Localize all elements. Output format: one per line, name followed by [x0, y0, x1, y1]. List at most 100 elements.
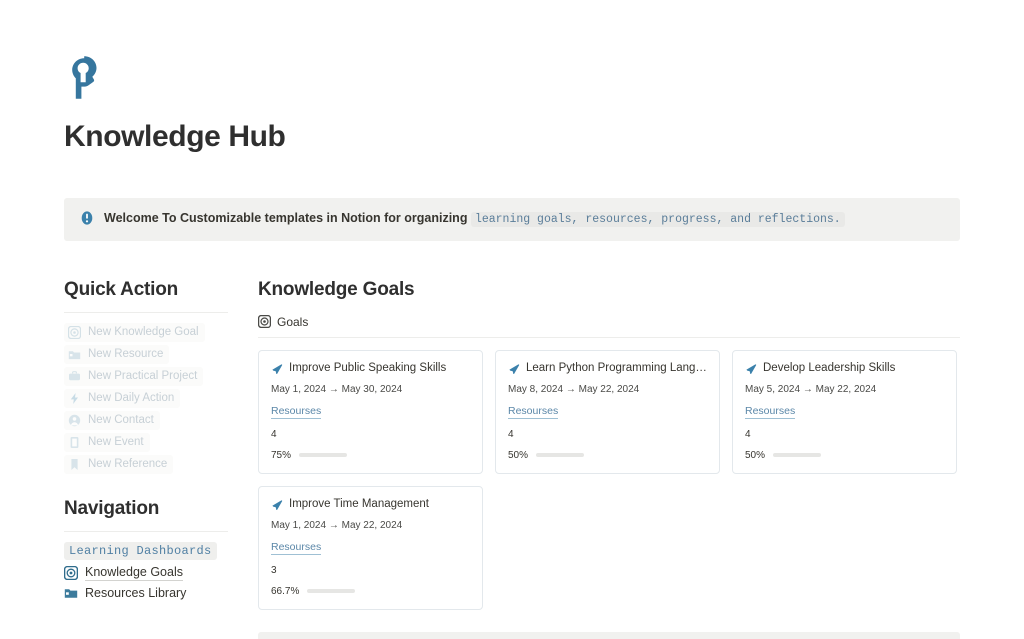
helps-define-callout: Helps define and track learning objectiv…: [258, 632, 960, 639]
goal-card-date-arrow: →: [566, 384, 576, 395]
quick-action-label: New Practical Project: [88, 370, 197, 382]
quick-action-new-knowledge-goal[interactable]: New Knowledge Goal: [64, 323, 205, 342]
welcome-callout: Welcome To Customizable templates in Not…: [64, 198, 960, 241]
quick-action-new-resource[interactable]: New Resource: [64, 345, 169, 364]
tab-goals-label: Goals: [277, 315, 308, 329]
goal-card-resource-count: 4: [271, 429, 470, 440]
quick-action-label: New Reference: [88, 458, 167, 470]
goal-card-date-end: May 22, 2024: [579, 384, 640, 395]
goal-card[interactable]: Develop Leadership Skills May 5, 2024 → …: [732, 350, 957, 474]
head-keyhole-logo: [64, 56, 960, 102]
target-icon: [258, 315, 271, 328]
goal-card-date-start: May 1, 2024: [271, 384, 326, 395]
target-icon: [64, 566, 78, 580]
goal-card-progress: 66.7%: [271, 586, 470, 597]
goal-card-resources-link[interactable]: Resourses: [508, 405, 558, 419]
quick-action-new-daily-action[interactable]: New Daily Action: [64, 389, 180, 408]
airplane-icon: [745, 362, 757, 374]
person-icon: [68, 414, 81, 427]
progress-track: [299, 453, 347, 457]
quick-action-new-contact[interactable]: New Contact: [64, 411, 160, 430]
info-circle-icon: [80, 210, 94, 226]
tab-goals[interactable]: Goals: [258, 315, 960, 329]
welcome-callout-text: Welcome To Customizable templates in Not…: [104, 209, 845, 229]
nav-item-resources-library[interactable]: Resources Library: [64, 586, 228, 600]
progress-track: [536, 453, 584, 457]
bookmark-icon: [68, 458, 81, 471]
quick-action-new-event[interactable]: New Event: [64, 433, 150, 452]
goal-cards-grid: Improve Public Speaking Skills May 1, 20…: [258, 350, 960, 610]
left-sidebar: Quick Action New Knowledge Goal: [64, 279, 228, 639]
navigation-divider: [64, 531, 228, 532]
goal-card-date-arrow: →: [329, 520, 339, 531]
quick-action-label: New Daily Action: [88, 392, 174, 404]
goal-card-date-start: May 1, 2024: [271, 520, 326, 531]
goal-card-title: Develop Leadership Skills: [763, 362, 895, 374]
page-header: Knowledge Hub: [64, 0, 960, 154]
goal-card-resources-link[interactable]: Resourses: [745, 405, 795, 419]
goal-card-header: Develop Leadership Skills: [745, 362, 944, 374]
goal-card-date-arrow: →: [329, 384, 339, 395]
quick-action-new-reference[interactable]: New Reference: [64, 455, 173, 474]
goal-card-date-end: May 22, 2024: [816, 384, 877, 395]
book-icon: [68, 436, 81, 449]
goal-card-dates: May 1, 2024 → May 30, 2024: [271, 384, 470, 395]
goal-card-header: Improve Public Speaking Skills: [271, 362, 470, 374]
quick-action-label: New Event: [88, 436, 144, 448]
goal-card-date-end: May 30, 2024: [342, 384, 403, 395]
goal-card-progress: 50%: [745, 450, 944, 461]
quick-action-list: New Knowledge Goal New Resource: [64, 323, 228, 474]
goals-divider: [258, 337, 960, 338]
goal-card-progress-label: 66.7%: [271, 586, 299, 597]
goal-card-progress: 50%: [508, 450, 707, 461]
goal-card-date-start: May 8, 2024: [508, 384, 563, 395]
folder-icon: [68, 348, 81, 361]
navigation-header: Navigation: [64, 498, 228, 532]
target-icon: [68, 326, 81, 339]
progress-track: [307, 589, 355, 593]
knowledge-hub-page: Knowledge Hub Welcome To Customizable te…: [0, 0, 1024, 639]
goal-card[interactable]: Improve Public Speaking Skills May 1, 20…: [258, 350, 483, 474]
goal-card-date-end: May 22, 2024: [342, 520, 403, 531]
goal-card-resource-count: 4: [508, 429, 707, 440]
content-columns: Quick Action New Knowledge Goal: [64, 279, 960, 639]
goal-card-dates: May 5, 2024 → May 22, 2024: [745, 384, 944, 395]
goal-card-resources-link[interactable]: Resourses: [271, 541, 321, 555]
navigation-list: Learning Dashboards Knowledge Goals: [64, 542, 228, 600]
goal-card-progress: 75%: [271, 450, 470, 461]
bottom-callout-wrap: Helps define and track learning objectiv…: [258, 632, 960, 639]
goal-card[interactable]: Learn Python Programming Language May 8,…: [495, 350, 720, 474]
goal-card-title: Learn Python Programming Language: [526, 362, 707, 374]
goal-card-dates: May 1, 2024 → May 22, 2024: [271, 520, 470, 531]
welcome-callout-label: Welcome To Customizable templates in Not…: [104, 211, 467, 225]
airplane-icon: [271, 498, 283, 510]
nav-item-label: Knowledge Goals: [85, 565, 183, 581]
airplane-icon: [271, 362, 283, 374]
goal-card-progress-label: 50%: [745, 450, 765, 461]
page-title: Knowledge Hub: [64, 120, 960, 154]
main-content: Knowledge Goals Goals: [258, 279, 960, 639]
goal-card-resource-count: 3: [271, 565, 470, 576]
briefcase-icon: [68, 370, 81, 383]
goal-card-title: Improve Public Speaking Skills: [289, 362, 446, 374]
quick-action-new-practical-project[interactable]: New Practical Project: [64, 367, 203, 386]
goal-card-resource-count: 4: [745, 429, 944, 440]
goal-card-date-start: May 5, 2024: [745, 384, 800, 395]
goal-card[interactable]: Improve Time Management May 1, 2024 → Ma…: [258, 486, 483, 610]
welcome-callout-code: learning goals, resources, progress, and…: [471, 212, 845, 227]
goal-card-dates: May 8, 2024 → May 22, 2024: [508, 384, 707, 395]
goal-card-resources-link[interactable]: Resourses: [271, 405, 321, 419]
goal-card-header: Improve Time Management: [271, 498, 470, 510]
airplane-icon: [508, 362, 520, 374]
quick-action-label: New Knowledge Goal: [88, 326, 199, 338]
nav-item-knowledge-goals[interactable]: Knowledge Goals: [64, 565, 228, 581]
quick-action-label: New Resource: [88, 348, 163, 360]
main-title: Knowledge Goals: [258, 279, 960, 301]
quick-action-title: Quick Action: [64, 279, 228, 301]
goal-card-title: Improve Time Management: [289, 498, 429, 510]
goal-card-progress-label: 50%: [508, 450, 528, 461]
navigation-code-label: Learning Dashboards: [64, 542, 217, 560]
goal-card-date-arrow: →: [803, 384, 813, 395]
lightning-bolt-icon: [68, 392, 81, 405]
goal-card-progress-label: 75%: [271, 450, 291, 461]
